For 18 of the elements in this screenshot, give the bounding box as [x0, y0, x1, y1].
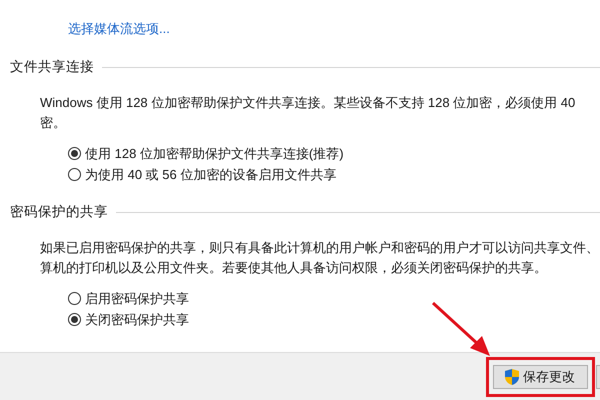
radio-label[interactable]: 为使用 40 或 56 位加密的设备启用文件共享: [85, 166, 336, 183]
shield-icon: [504, 368, 520, 386]
save-button[interactable]: 保存更改: [493, 364, 588, 388]
description-line: 算机的打印机以及公用文件夹。若要使其他人具备访问权限，必须关闭密码保护的共享。: [40, 259, 547, 277]
description-line: Windows 使用 128 位加密帮助保护文件共享连接。某些设备不支持 128 位加密，必须使用 40: [40, 94, 576, 112]
radio-label[interactable]: 启用密码保护共享: [85, 290, 189, 307]
description-line: 密。: [40, 114, 66, 132]
annotation-arrow: [430, 300, 492, 358]
section-heading: 文件共享连接: [10, 58, 94, 76]
radio-label[interactable]: 使用 128 位加密帮助保护文件共享连接(推荐): [85, 145, 344, 162]
radio-button[interactable]: [68, 147, 81, 160]
description-line: 如果已启用密码保护的共享，则只有具备此计算机的用户帐户和密码的用户才可以访问共享文件、: [40, 239, 599, 257]
radio-button[interactable]: [68, 168, 81, 181]
radio-label[interactable]: 关闭密码保护共享: [85, 311, 189, 328]
media-streaming-link[interactable]: 选择媒体流选项...: [68, 20, 170, 38]
radio-button[interactable]: [68, 292, 81, 305]
section-heading: 密码保护的共享: [10, 203, 108, 221]
radio-button[interactable]: [68, 313, 81, 326]
